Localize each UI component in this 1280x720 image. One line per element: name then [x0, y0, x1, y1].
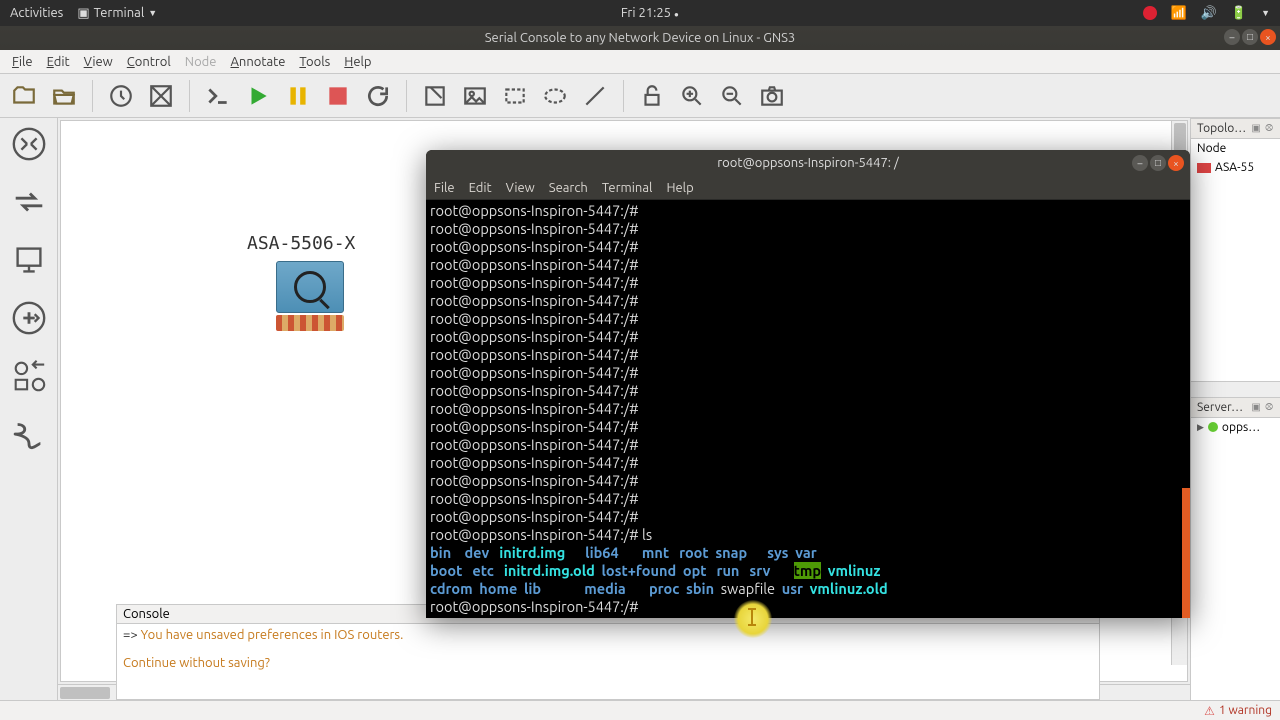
maximize-button[interactable]: □ — [1242, 29, 1258, 45]
switches-button[interactable] — [7, 180, 51, 224]
terminal-close-button[interactable]: × — [1168, 155, 1184, 171]
all-devices-button[interactable] — [7, 354, 51, 398]
chevron-down-icon[interactable]: ▼ — [1261, 8, 1270, 18]
terminal-title: root@oppsons-Inspiron-5447: / — [717, 156, 899, 170]
terminal-indicator[interactable]: ▣ Terminal ▼ — [77, 6, 157, 21]
menu-help[interactable]: Help — [338, 53, 377, 71]
app-menubar: File Edit View Control Node Annotate Too… — [0, 50, 1280, 74]
menu-tools[interactable]: Tools — [293, 53, 336, 71]
terminal-window[interactable]: root@oppsons-Inspiron-5447: / – □ × File… — [426, 150, 1190, 618]
device-label: ASA-5506-X — [247, 233, 355, 254]
annotate-note-button[interactable] — [419, 80, 451, 112]
add-link-button[interactable] — [7, 412, 51, 456]
security-devices-button[interactable] — [7, 296, 51, 340]
server-item[interactable]: ▶opps… — [1191, 418, 1280, 437]
routers-button[interactable] — [7, 122, 51, 166]
snapshot-button[interactable] — [105, 80, 137, 112]
topology-item-asa[interactable]: ASA-55 — [1191, 158, 1280, 177]
system-top-bar: Activities ▣ Terminal ▼ Fri 21:25 ● 📶 🔊 … — [0, 0, 1280, 26]
chevron-down-icon: ▼ — [148, 8, 157, 18]
open-project-button[interactable] — [48, 80, 80, 112]
terminal-menu-edit[interactable]: Edit — [469, 181, 492, 195]
volume-icon[interactable]: 🔊 — [1201, 6, 1217, 21]
device-dock — [0, 118, 58, 700]
terminal-app-label: Terminal — [94, 6, 145, 20]
zoom-out-button[interactable] — [716, 80, 748, 112]
end-devices-button[interactable] — [7, 238, 51, 282]
menu-control[interactable]: Control — [121, 53, 177, 71]
status-bar: ⚠ 1 warning — [0, 700, 1280, 720]
menu-annotate[interactable]: Annotate — [224, 53, 291, 71]
chevron-right-icon: ▶ — [1197, 422, 1204, 433]
console-panel: Console => You have unsaved preferences … — [116, 604, 1100, 700]
terminal-menu-file[interactable]: File — [434, 181, 455, 195]
terminal-menu-view[interactable]: View — [506, 181, 535, 195]
record-indicator-icon[interactable] — [1143, 6, 1157, 20]
clock[interactable]: Fri 21:25 ● — [621, 6, 679, 20]
app-title: Serial Console to any Network Device on … — [485, 31, 796, 45]
start-button[interactable] — [242, 80, 274, 112]
zoom-in-button[interactable] — [676, 80, 708, 112]
draw-rectangle-button[interactable] — [499, 80, 531, 112]
network-icon[interactable]: 📶 — [1171, 6, 1187, 21]
right-panels: Topolo…▣ ⮾ Node ASA-55 Server…▣ ⮾ ▶opps… — [1190, 118, 1280, 700]
activities-button[interactable]: Activities — [10, 6, 63, 20]
pause-button[interactable] — [282, 80, 314, 112]
menu-node: Node — [179, 53, 223, 71]
app-toolbar — [0, 74, 1280, 118]
device-asa-icon[interactable] — [276, 261, 346, 331]
menu-view[interactable]: View — [78, 53, 119, 71]
terminal-menu-help[interactable]: Help — [666, 181, 693, 195]
console-line-2: Continue without saving? — [123, 656, 1093, 670]
console-button[interactable] — [202, 80, 234, 112]
terminal-titlebar[interactable]: root@oppsons-Inspiron-5447: / – □ × — [426, 150, 1190, 176]
firewall-icon — [276, 315, 344, 331]
text-cursor-icon — [751, 608, 753, 626]
console-line-1: => You have unsaved preferences in IOS r… — [123, 628, 1093, 642]
warning-icon: ⚠ — [1204, 704, 1215, 718]
app-titlebar: Serial Console to any Network Device on … — [0, 26, 1280, 50]
terminal-menu-search[interactable]: Search — [549, 181, 588, 195]
terminal-icon: ▣ — [77, 6, 89, 21]
topology-panel-title[interactable]: Topolo…▣ ⮾ — [1191, 118, 1280, 139]
topology-scrollbar[interactable] — [1191, 381, 1280, 397]
reload-button[interactable] — [362, 80, 394, 112]
magnifier-icon — [294, 271, 326, 303]
terminal-scrollbar[interactable] — [1182, 200, 1190, 618]
terminal-menu-terminal[interactable]: Terminal — [602, 181, 653, 195]
terminal-body[interactable]: root@oppsons-Inspiron-5447:/# root@oppso… — [426, 200, 1190, 618]
draw-line-button[interactable] — [579, 80, 611, 112]
menu-file[interactable]: File — [6, 53, 39, 71]
firewall-icon — [1197, 163, 1211, 173]
screenshot-button[interactable] — [756, 80, 788, 112]
warning-count[interactable]: 1 warning — [1219, 704, 1272, 717]
lock-button[interactable] — [636, 80, 668, 112]
minimize-button[interactable]: – — [1224, 29, 1240, 45]
show-hide-interface-labels-button[interactable] — [145, 80, 177, 112]
draw-ellipse-button[interactable] — [539, 80, 571, 112]
status-dot-icon — [1208, 422, 1218, 432]
stop-button[interactable] — [322, 80, 354, 112]
menu-edit[interactable]: Edit — [41, 53, 76, 71]
terminal-menubar: File Edit View Search Terminal Help — [426, 176, 1190, 200]
node-subtitle: Node — [1191, 139, 1280, 158]
terminal-maximize-button[interactable]: □ — [1150, 155, 1166, 171]
insert-image-button[interactable] — [459, 80, 491, 112]
new-project-button[interactable] — [8, 80, 40, 112]
close-button[interactable]: × — [1260, 29, 1276, 45]
terminal-minimize-button[interactable]: – — [1132, 155, 1148, 171]
servers-panel-title[interactable]: Server…▣ ⮾ — [1191, 397, 1280, 418]
battery-icon[interactable]: 🔋 — [1231, 6, 1247, 21]
